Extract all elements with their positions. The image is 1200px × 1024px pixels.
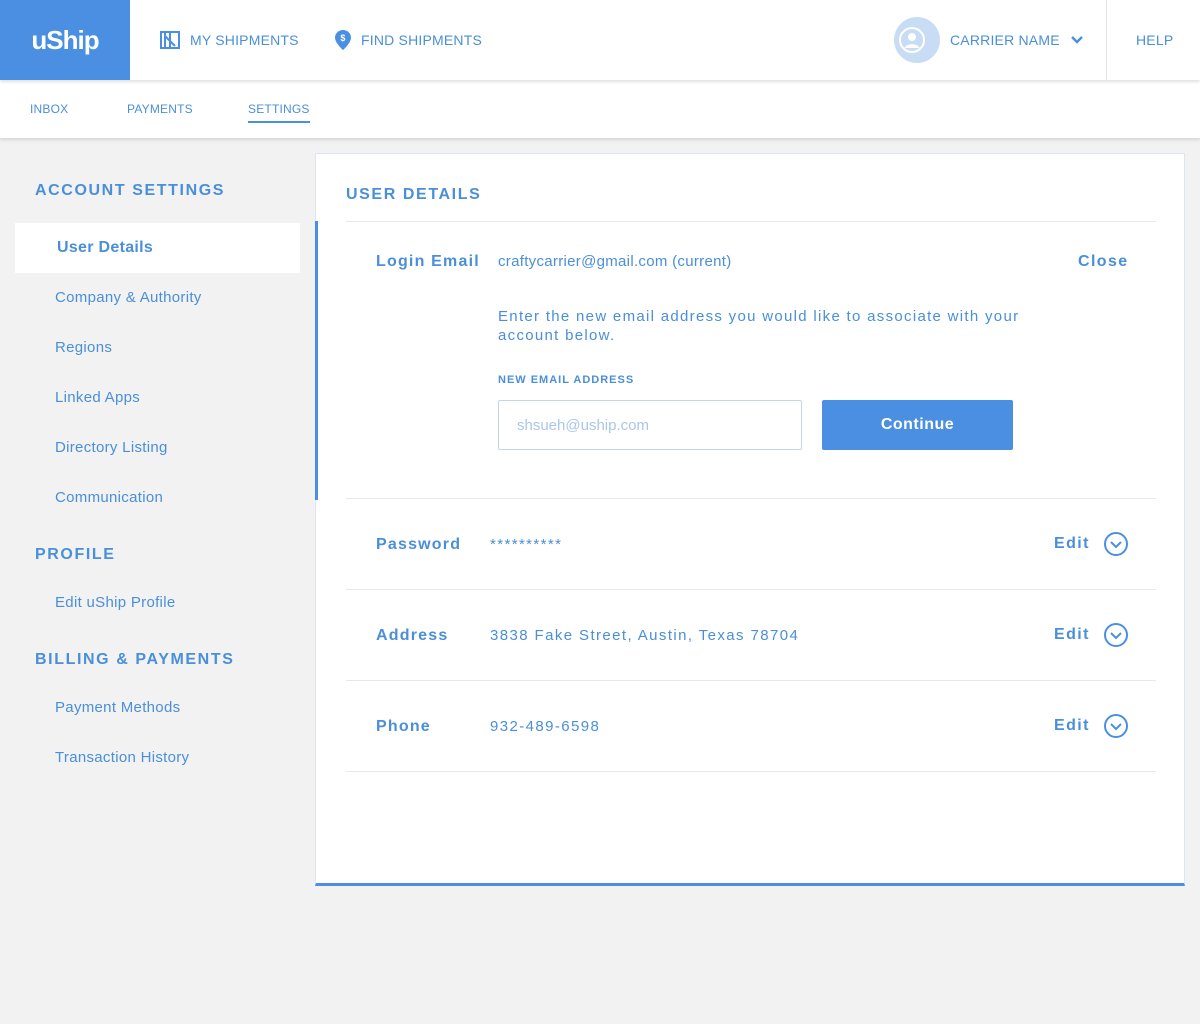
shipments-icon [160, 31, 180, 49]
nav-find-shipments[interactable]: $ FIND SHIPMENTS [335, 0, 482, 80]
address-label: Address [376, 627, 449, 644]
sidebar-item-payment-methods[interactable]: Payment Methods [55, 699, 180, 716]
edit-password-button[interactable]: Edit [1054, 532, 1128, 556]
sidebar-item-user-details[interactable]: User Details [15, 223, 300, 273]
chevron-circle-down-icon [1103, 714, 1128, 738]
login-email-label: Login Email [376, 253, 480, 270]
continue-button[interactable]: Continue [822, 400, 1013, 450]
divider [346, 498, 1156, 499]
email-instructions: Enter the new email address you would li… [498, 308, 1020, 344]
sidebar-item-transaction-history[interactable]: Transaction History [55, 749, 189, 766]
tab-settings[interactable]: SETTINGS [248, 102, 310, 123]
sidebar-item-company-authority[interactable]: Company & Authority [55, 289, 202, 306]
login-email-value: craftycarrier@gmail.com (current) [498, 253, 732, 270]
carrier-name: CARRIER NAME [950, 32, 1060, 48]
avatar-icon [894, 17, 940, 63]
user-menu[interactable]: CARRIER NAME [894, 0, 1094, 80]
sidebar-item-communication[interactable]: Communication [55, 489, 163, 506]
chevron-circle-down-icon [1103, 532, 1128, 556]
sidebar-item-linked-apps[interactable]: Linked Apps [55, 389, 140, 406]
divider [346, 680, 1156, 681]
account-settings-heading: ACCOUNT SETTINGS [35, 182, 226, 199]
close-button[interactable]: Close [1078, 253, 1129, 271]
sidebar-item-edit-profile[interactable]: Edit uShip Profile [55, 594, 175, 611]
nav-my-shipments-label: MY SHIPMENTS [190, 32, 299, 48]
location-pin-icon: $ [335, 30, 351, 50]
tab-payments[interactable]: PAYMENTS [127, 102, 193, 121]
new-email-input[interactable] [498, 400, 802, 450]
address-value: 3838 Fake Street, Austin, Texas 78704 [490, 627, 800, 644]
billing-payments-heading: BILLING & PAYMENTS [35, 651, 235, 668]
chevron-down-icon [1070, 36, 1083, 44]
chevron-circle-down-icon [1103, 623, 1128, 647]
phone-label: Phone [376, 718, 431, 735]
svg-text:$: $ [340, 33, 345, 43]
edit-label: Edit [1054, 717, 1090, 734]
help-divider [1106, 0, 1107, 80]
profile-heading: PROFILE [35, 546, 116, 563]
page-title: USER DETAILS [346, 186, 482, 203]
user-details-panel: USER DETAILS Login Email craftycarrier@g… [315, 153, 1185, 886]
sub-navigation: INBOX PAYMENTS SETTINGS [0, 80, 1200, 138]
logo-text: uShip [31, 24, 99, 55]
nav-help[interactable]: HELP [1136, 0, 1173, 80]
edit-address-button[interactable]: Edit [1054, 623, 1128, 647]
uship-logo[interactable]: uShip [0, 0, 130, 80]
active-section-indicator [315, 221, 318, 500]
tab-inbox[interactable]: INBOX [30, 102, 68, 121]
sidebar-item-label: User Details [57, 239, 154, 256]
password-label: Password [376, 536, 462, 553]
phone-value: 932-489-6598 [490, 718, 601, 735]
edit-label: Edit [1054, 535, 1090, 552]
help-label: HELP [1136, 32, 1174, 48]
divider [346, 221, 1156, 222]
new-email-label: NEW EMAIL ADDRESS [498, 374, 635, 386]
nav-find-shipments-label: FIND SHIPMENTS [361, 32, 483, 48]
sidebar-item-regions[interactable]: Regions [55, 339, 112, 356]
divider [346, 589, 1156, 590]
nav-my-shipments[interactable]: MY SHIPMENTS [160, 0, 299, 80]
edit-label: Edit [1054, 626, 1090, 643]
password-value: ********** [490, 536, 563, 553]
edit-phone-button[interactable]: Edit [1054, 714, 1128, 738]
sidebar-item-directory-listing[interactable]: Directory Listing [55, 439, 168, 456]
divider [346, 771, 1156, 772]
top-navigation: uShip MY SHIPMENTS $ FIND SHIPMENTS CARR… [0, 0, 1200, 80]
